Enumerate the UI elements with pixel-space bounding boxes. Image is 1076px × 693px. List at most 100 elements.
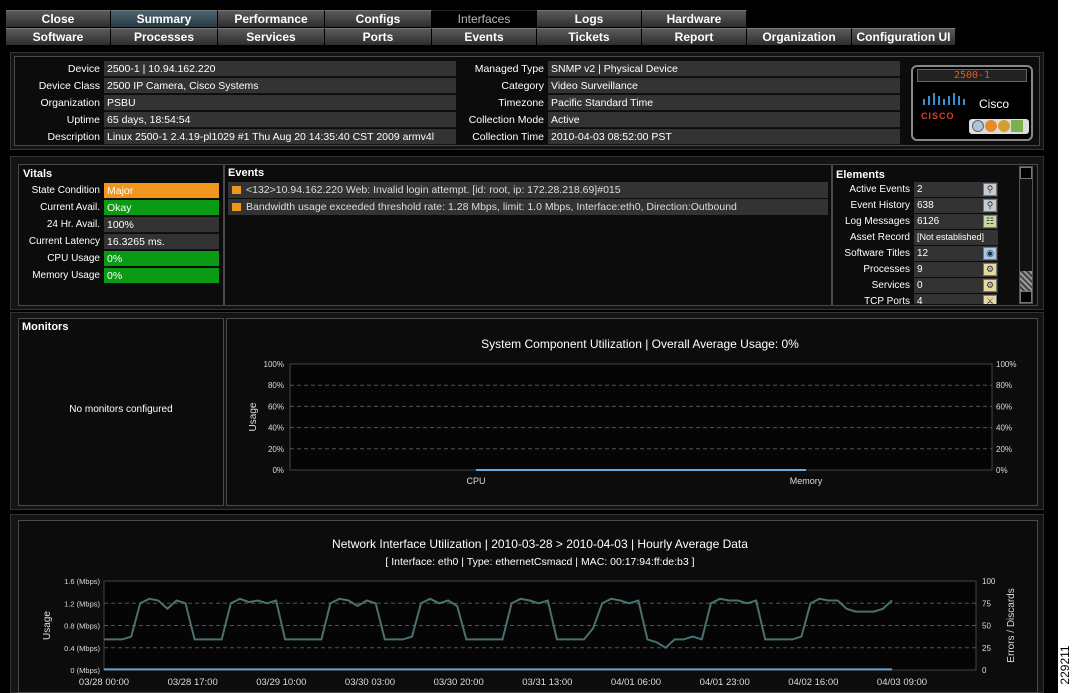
element-value: [Not established] bbox=[914, 230, 998, 245]
tab-configs[interactable]: Configs bbox=[325, 10, 432, 27]
events-title: Events bbox=[228, 167, 265, 179]
x-tick-label: 04/01 06:00 bbox=[611, 677, 661, 688]
element-row[interactable]: Services 0 ⚙ bbox=[836, 278, 998, 293]
x-tick-label: 03/30 03:00 bbox=[345, 677, 395, 688]
tab-events[interactable]: Events bbox=[432, 28, 537, 45]
warning-icon[interactable] bbox=[985, 120, 997, 132]
cpu-usage-label: CPU Usage bbox=[47, 253, 100, 264]
element-label: Processes bbox=[863, 264, 910, 275]
collection-time-value: 2010-04-03 08:52:00 PST bbox=[548, 129, 900, 145]
magnifier-icon[interactable] bbox=[972, 120, 984, 132]
y2-tick-label: 50 bbox=[982, 622, 991, 631]
managed-type-label: Managed Type bbox=[474, 63, 544, 75]
y2-tick-label: 40% bbox=[996, 424, 1012, 433]
element-row[interactable]: Asset Record [Not established] bbox=[836, 230, 998, 245]
tab-organization[interactable]: Organization bbox=[747, 28, 852, 45]
y-tick-label: 20% bbox=[268, 445, 284, 454]
y2-tick-label: 100 bbox=[982, 577, 996, 586]
event-text: Bandwidth usage exceeded threshold rate:… bbox=[246, 201, 737, 213]
y-tick-label: 80% bbox=[268, 381, 284, 390]
elements-title: Elements bbox=[836, 169, 885, 181]
x-tick-label: 03/30 20:00 bbox=[434, 677, 484, 688]
figure-id: 229211 bbox=[1058, 645, 1072, 685]
magnifier-icon[interactable]: ⚲ bbox=[983, 183, 997, 196]
chart-title: System Component Utilization | Overall A… bbox=[481, 337, 799, 351]
tab-services[interactable]: Services bbox=[218, 28, 325, 45]
x-tick-label: Memory bbox=[790, 476, 823, 486]
tab-row-1: Close Summary Performance Configs Interf… bbox=[6, 10, 747, 27]
severity-square-icon bbox=[232, 186, 241, 194]
x-tick-label: 03/28 00:00 bbox=[79, 677, 129, 688]
tab-processes[interactable]: Processes bbox=[111, 28, 218, 45]
network-utilization-chart: Network Interface Utilization | 2010-03-… bbox=[42, 537, 1017, 688]
collection-mode-label: Collection Mode bbox=[468, 114, 544, 126]
x-tick-label: CPU bbox=[466, 476, 485, 486]
memory-usage-label: Memory Usage bbox=[32, 270, 100, 281]
element-row[interactable]: TCP Ports 4 ⚔ bbox=[836, 294, 997, 304]
gear-icon[interactable]: ⚙ bbox=[983, 279, 997, 292]
x-tick-label: 03/31 13:00 bbox=[522, 677, 572, 688]
magnifier-icon[interactable]: ⚲ bbox=[983, 199, 997, 212]
scroll-thumb[interactable] bbox=[1020, 271, 1032, 291]
tab-ports[interactable]: Ports bbox=[325, 28, 432, 45]
plug-icon[interactable]: ⚔ bbox=[983, 295, 997, 304]
tab-summary[interactable]: Summary bbox=[111, 10, 218, 27]
y-tick-label: 0% bbox=[272, 466, 284, 475]
cisco-logo: CISCO bbox=[921, 93, 965, 121]
element-label: TCP Ports bbox=[864, 296, 910, 304]
y-tick-label: 0 (Mbps) bbox=[70, 666, 100, 675]
tab-close[interactable]: Close bbox=[6, 10, 111, 27]
tab-tickets[interactable]: Tickets bbox=[537, 28, 642, 45]
tab-hardware[interactable]: Hardware bbox=[642, 10, 747, 27]
tab-performance[interactable]: Performance bbox=[218, 10, 325, 27]
tab-software[interactable]: Software bbox=[6, 28, 111, 45]
document-icon[interactable]: ☷ bbox=[983, 215, 997, 228]
current-avail-value: Okay bbox=[104, 200, 219, 216]
scroll-down-button[interactable] bbox=[1020, 291, 1032, 303]
y2-tick-label: 60% bbox=[996, 402, 1012, 411]
elements-scrollbar[interactable] bbox=[1019, 166, 1033, 304]
tab-logs[interactable]: Logs bbox=[537, 10, 642, 27]
x-tick-label: 04/01 23:00 bbox=[700, 677, 750, 688]
device-class-value: 2500 IP Camera, Cisco Systems bbox=[104, 78, 456, 94]
y-tick-label: 40% bbox=[268, 424, 284, 433]
y2-tick-label: 0% bbox=[996, 466, 1008, 475]
y-tick-label: 1.6 (Mbps) bbox=[64, 577, 100, 586]
element-row[interactable]: Event History 638 ⚲ bbox=[836, 198, 998, 213]
element-label: Asset Record bbox=[849, 232, 910, 243]
severity-square-icon bbox=[232, 203, 241, 211]
disc-icon[interactable]: ◉ bbox=[983, 247, 997, 260]
event-row[interactable]: Bandwidth usage exceeded threshold rate:… bbox=[228, 199, 828, 215]
element-row[interactable]: Software Titles 12 ◉ bbox=[836, 246, 998, 261]
organization-value: PSBU bbox=[104, 95, 456, 111]
collection-mode-value: Active bbox=[548, 112, 900, 128]
device-badge[interactable]: 2500-1 CISCO Cisco bbox=[911, 65, 1033, 141]
y-tick-label: 1.2 (Mbps) bbox=[64, 599, 100, 608]
element-row[interactable]: Active Events 2 ⚲ bbox=[836, 182, 998, 197]
tab-row-2: Software Processes Services Ports Events… bbox=[6, 28, 956, 45]
vitals-title: Vitals bbox=[23, 168, 53, 180]
tab-report[interactable]: Report bbox=[642, 28, 747, 45]
tab-interfaces[interactable]: Interfaces bbox=[432, 10, 537, 27]
scroll-up-button[interactable] bbox=[1020, 167, 1032, 179]
y-tick-label: 60% bbox=[268, 402, 284, 411]
description-label: Description bbox=[47, 131, 100, 143]
current-latency-value: 16.3265 ms. bbox=[104, 234, 219, 250]
collection-time-label: Collection Time bbox=[472, 131, 544, 143]
element-row[interactable]: Log Messages 6126 ☷ bbox=[836, 214, 998, 229]
y2-tick-label: 100% bbox=[996, 360, 1016, 369]
chart-icon[interactable] bbox=[1011, 120, 1023, 132]
element-row[interactable]: Processes 9 ⚙ bbox=[836, 262, 998, 277]
y2-tick-label: 80% bbox=[996, 381, 1012, 390]
event-row[interactable]: <132>10.94.162.220 Web: Invalid login at… bbox=[228, 182, 828, 198]
x-tick-label: 04/03 09:00 bbox=[877, 677, 927, 688]
managed-type-value: SNMP v2 | Physical Device bbox=[548, 61, 900, 77]
event-text: <132>10.94.162.220 Web: Invalid login at… bbox=[246, 184, 621, 196]
tab-configuration-ui[interactable]: Configuration UI bbox=[852, 28, 956, 45]
category-value: Video Surveillance bbox=[548, 78, 900, 94]
gear-icon[interactable] bbox=[998, 120, 1010, 132]
current-avail-label: Current Avail. bbox=[40, 202, 100, 213]
y-tick-label: 0.8 (Mbps) bbox=[64, 622, 100, 631]
gear-icon[interactable]: ⚙ bbox=[983, 263, 997, 276]
organization-label: Organization bbox=[40, 97, 100, 109]
